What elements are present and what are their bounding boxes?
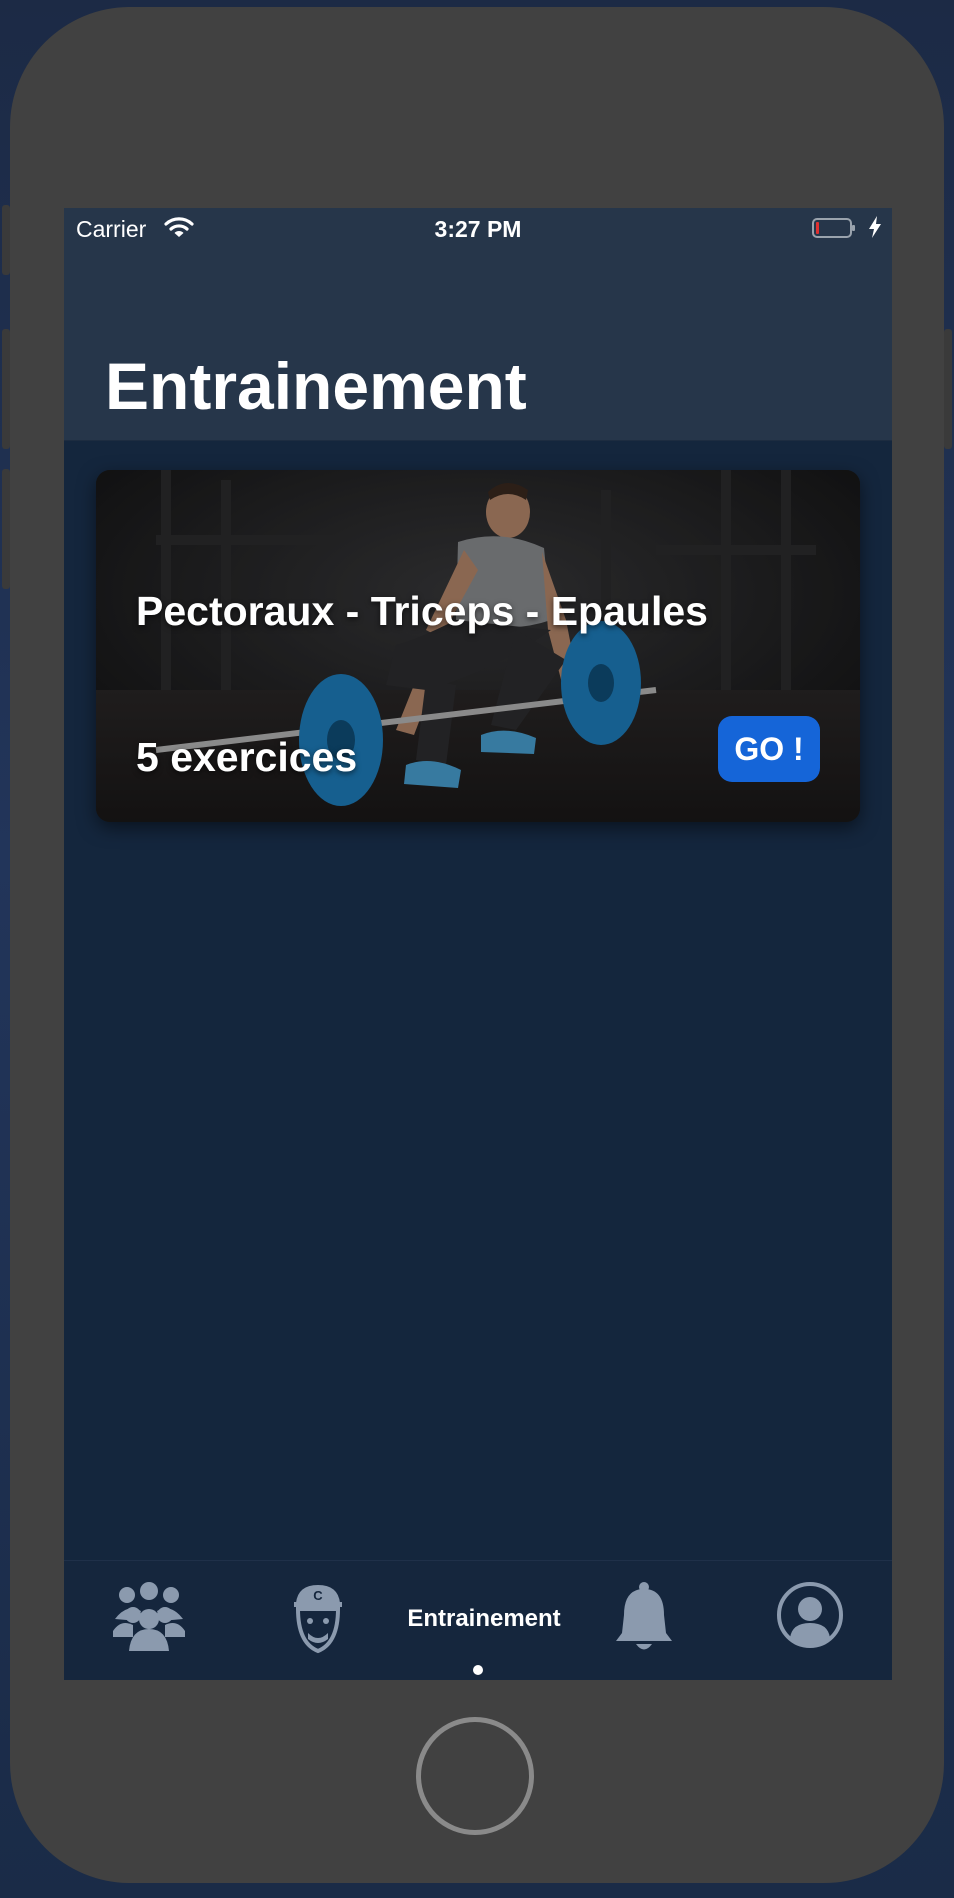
tab-coach[interactable]: C [288,1581,348,1661]
go-button[interactable]: GO ! [718,716,820,782]
volume-up-button [2,329,10,449]
workout-card[interactable]: Pectoraux - Triceps - Epaules 5 exercice… [96,470,860,822]
power-button [944,329,952,449]
battery-icon [812,217,856,238]
exercise-count: 5 exercices [136,734,358,780]
svg-text:C: C [313,1588,323,1603]
tab-notifications[interactable] [612,1581,676,1661]
tab-bar: C Entrainement [64,1560,892,1680]
profile-icon [777,1582,843,1648]
tab-community[interactable] [109,1581,189,1661]
navigation-header: Carrier 3:27 PM Entrainement [64,208,892,441]
coach-icon: C [294,1585,342,1654]
active-tab-indicator [473,1665,483,1675]
tab-profile[interactable] [776,1581,844,1661]
charging-bolt-icon [868,216,882,244]
volume-down-button [2,469,10,589]
status-bar: Carrier 3:27 PM [64,208,892,252]
home-button[interactable] [416,1717,534,1835]
mute-switch [2,205,10,275]
bell-icon [616,1582,672,1650]
app-screen: Carrier 3:27 PM Entrainement Pectoraux -… [64,208,892,1680]
workout-title: Pectoraux - Triceps - Epaules [136,588,708,634]
status-time: 3:27 PM [434,216,522,242]
page-title: Entrainement [105,349,527,423]
group-icon [113,1582,185,1651]
tab-training-label[interactable]: Entrainement [404,1605,564,1633]
